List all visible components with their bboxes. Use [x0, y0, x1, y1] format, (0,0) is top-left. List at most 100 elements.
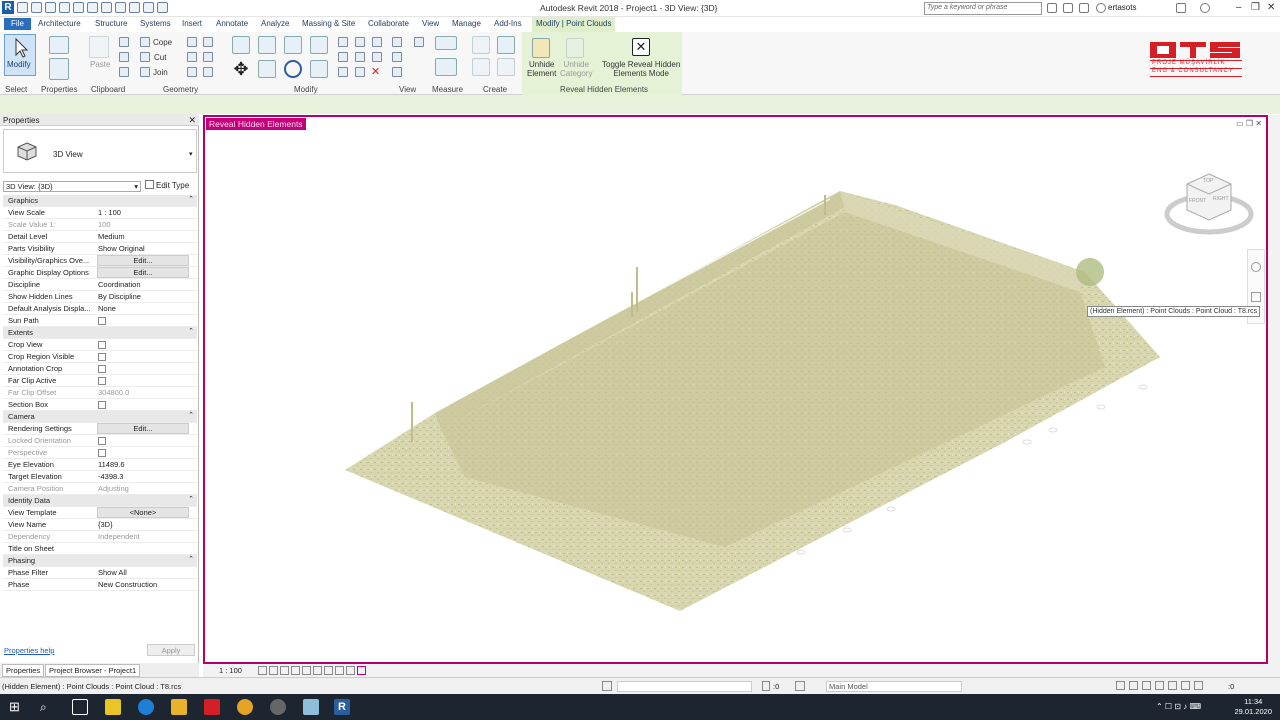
detail-level-icon[interactable] — [258, 666, 267, 675]
task-view-icon[interactable] — [72, 699, 88, 715]
design-option-dropdown[interactable]: Main Model — [826, 681, 962, 692]
tab-analyze[interactable]: Analyze — [261, 19, 289, 28]
design-options-icon[interactable] — [795, 681, 805, 691]
zoom-icon[interactable] — [1251, 292, 1261, 302]
tab-collaborate[interactable]: Collaborate — [368, 19, 409, 28]
view-instance-selector[interactable]: 3D View: {3D} ▾ — [3, 181, 141, 192]
mirror-draw-icon[interactable] — [310, 36, 328, 54]
user-name[interactable]: ertasots — [1108, 3, 1136, 12]
windows-start-icon[interactable]: ⊞ — [9, 699, 25, 715]
cope-icon[interactable] — [140, 37, 150, 47]
hammer-icon[interactable] — [203, 67, 213, 77]
tab-annotate[interactable]: Annotate — [216, 19, 248, 28]
tab-architecture[interactable]: Architecture — [38, 19, 81, 28]
3d-view-icon[interactable] — [129, 2, 140, 13]
property-edit-button[interactable]: <None> — [97, 507, 189, 518]
create-parts-icon[interactable] — [472, 36, 490, 54]
property-checkbox[interactable] — [98, 353, 106, 361]
recap-icon[interactable] — [270, 699, 286, 715]
cart-icon[interactable] — [1176, 3, 1186, 13]
apply-button[interactable]: Apply — [147, 644, 195, 656]
3d-view-canvas[interactable]: Reveal Hidden Elements ▭ ❐ ✕ TOP FRONT R… — [203, 115, 1268, 664]
collapse-icon[interactable]: ⌃ — [188, 411, 194, 419]
type-selector[interactable]: 3D View ▾ — [3, 129, 197, 173]
sun-path-icon[interactable] — [280, 666, 289, 675]
paint-icon[interactable] — [203, 37, 213, 47]
create-group-icon[interactable] — [497, 36, 515, 54]
property-section[interactable]: Extents ⌃ — [3, 327, 197, 339]
create-assembly-icon[interactable] — [472, 58, 490, 76]
search-input[interactable]: Type a keyword or phrase — [924, 2, 1042, 15]
temp-hide-icon[interactable] — [346, 666, 355, 675]
property-section[interactable]: Graphics ⌃ — [3, 195, 197, 207]
chrome-icon[interactable] — [237, 699, 253, 715]
property-edit-button[interactable]: Edit... — [97, 255, 189, 266]
tab-manage[interactable]: Manage — [452, 19, 481, 28]
visual-style-icon[interactable] — [269, 666, 278, 675]
property-section[interactable]: Identity Data ⌃ — [3, 495, 197, 507]
filter-icon[interactable] — [1194, 681, 1203, 690]
binoculars-icon[interactable] — [1047, 3, 1057, 13]
save-icon[interactable] — [31, 2, 42, 13]
tab-structure[interactable]: Structure — [95, 19, 127, 28]
collapse-icon[interactable]: ⌃ — [188, 327, 194, 335]
property-section[interactable]: Camera ⌃ — [3, 411, 197, 423]
search-icon[interactable]: ⌕ — [40, 699, 56, 715]
property-value[interactable]: Coordination — [98, 280, 141, 289]
drag-elements-icon[interactable] — [1168, 681, 1177, 690]
copy-element-icon[interactable] — [258, 60, 276, 78]
user-icon[interactable] — [1096, 3, 1106, 13]
properties-icon[interactable] — [49, 36, 69, 54]
section-icon[interactable] — [143, 2, 154, 13]
paste-icon[interactable] — [89, 36, 109, 58]
tray-icons[interactable]: ⌃ ☐ ⊡ ♪ ⌨ — [1156, 702, 1201, 711]
lock-view-icon[interactable] — [313, 666, 322, 675]
worksets-dropdown[interactable] — [617, 681, 752, 692]
linework-icon[interactable] — [392, 67, 402, 77]
close-icon[interactable]: ✕ — [1267, 2, 1275, 13]
property-value[interactable]: 11489.6 — [98, 460, 125, 469]
navisworks-icon[interactable] — [303, 699, 319, 715]
shadows-icon[interactable] — [291, 666, 300, 675]
sticky-notes-icon[interactable] — [105, 699, 121, 715]
steering-wheel-icon[interactable] — [1251, 262, 1261, 272]
cut-geometry-icon[interactable] — [140, 52, 150, 62]
offset-icon[interactable] — [258, 36, 276, 54]
property-checkbox[interactable] — [98, 341, 106, 349]
tab-properties[interactable]: Properties — [2, 664, 45, 677]
tab-massing-site[interactable]: Massing & Site — [302, 19, 355, 28]
worksets-icon[interactable] — [602, 681, 612, 691]
minimize-icon[interactable]: – — [1236, 2, 1242, 13]
redo-icon[interactable] — [73, 2, 84, 13]
tab-add-ins[interactable]: Add-Ins — [494, 19, 522, 28]
background-process-icon[interactable] — [1181, 681, 1190, 690]
properties-help-link[interactable]: Properties help — [4, 646, 54, 655]
file-explorer-icon[interactable] — [171, 699, 187, 715]
hide-view-icon[interactable] — [392, 37, 402, 47]
tab-modify-point-clouds[interactable]: Modify | Point Clouds — [532, 17, 616, 32]
property-value[interactable]: 1 : 100 — [98, 208, 121, 217]
pick-icon[interactable] — [187, 67, 197, 77]
undo-icon[interactable] — [59, 2, 70, 13]
acrobat-icon[interactable] — [204, 699, 220, 715]
copy-icon[interactable] — [119, 52, 129, 62]
property-value[interactable]: Medium — [98, 232, 125, 241]
collapse-icon[interactable]: ⌃ — [188, 495, 194, 503]
split-face-icon[interactable] — [187, 37, 197, 47]
tab-insert[interactable]: Insert — [182, 19, 202, 28]
property-checkbox[interactable] — [98, 401, 106, 409]
property-value[interactable]: -4398.3 — [98, 472, 123, 481]
trim-multi-icon[interactable] — [355, 67, 365, 77]
render-icon[interactable] — [302, 666, 311, 675]
close-properties-icon[interactable]: ✕ — [188, 115, 196, 126]
cope-label[interactable]: Cope — [153, 38, 172, 47]
measure-icon-large[interactable] — [435, 36, 457, 50]
measure-icon[interactable] — [101, 2, 112, 13]
modify-button[interactable]: Modify — [4, 34, 36, 76]
edge-icon[interactable] — [138, 699, 154, 715]
edit-type-button[interactable]: Edit Type — [145, 180, 189, 190]
open-icon[interactable] — [17, 2, 28, 13]
scale-icon[interactable] — [355, 52, 365, 62]
cut-clip-icon[interactable] — [119, 37, 129, 47]
view-scrollbar[interactable] — [1268, 115, 1280, 664]
